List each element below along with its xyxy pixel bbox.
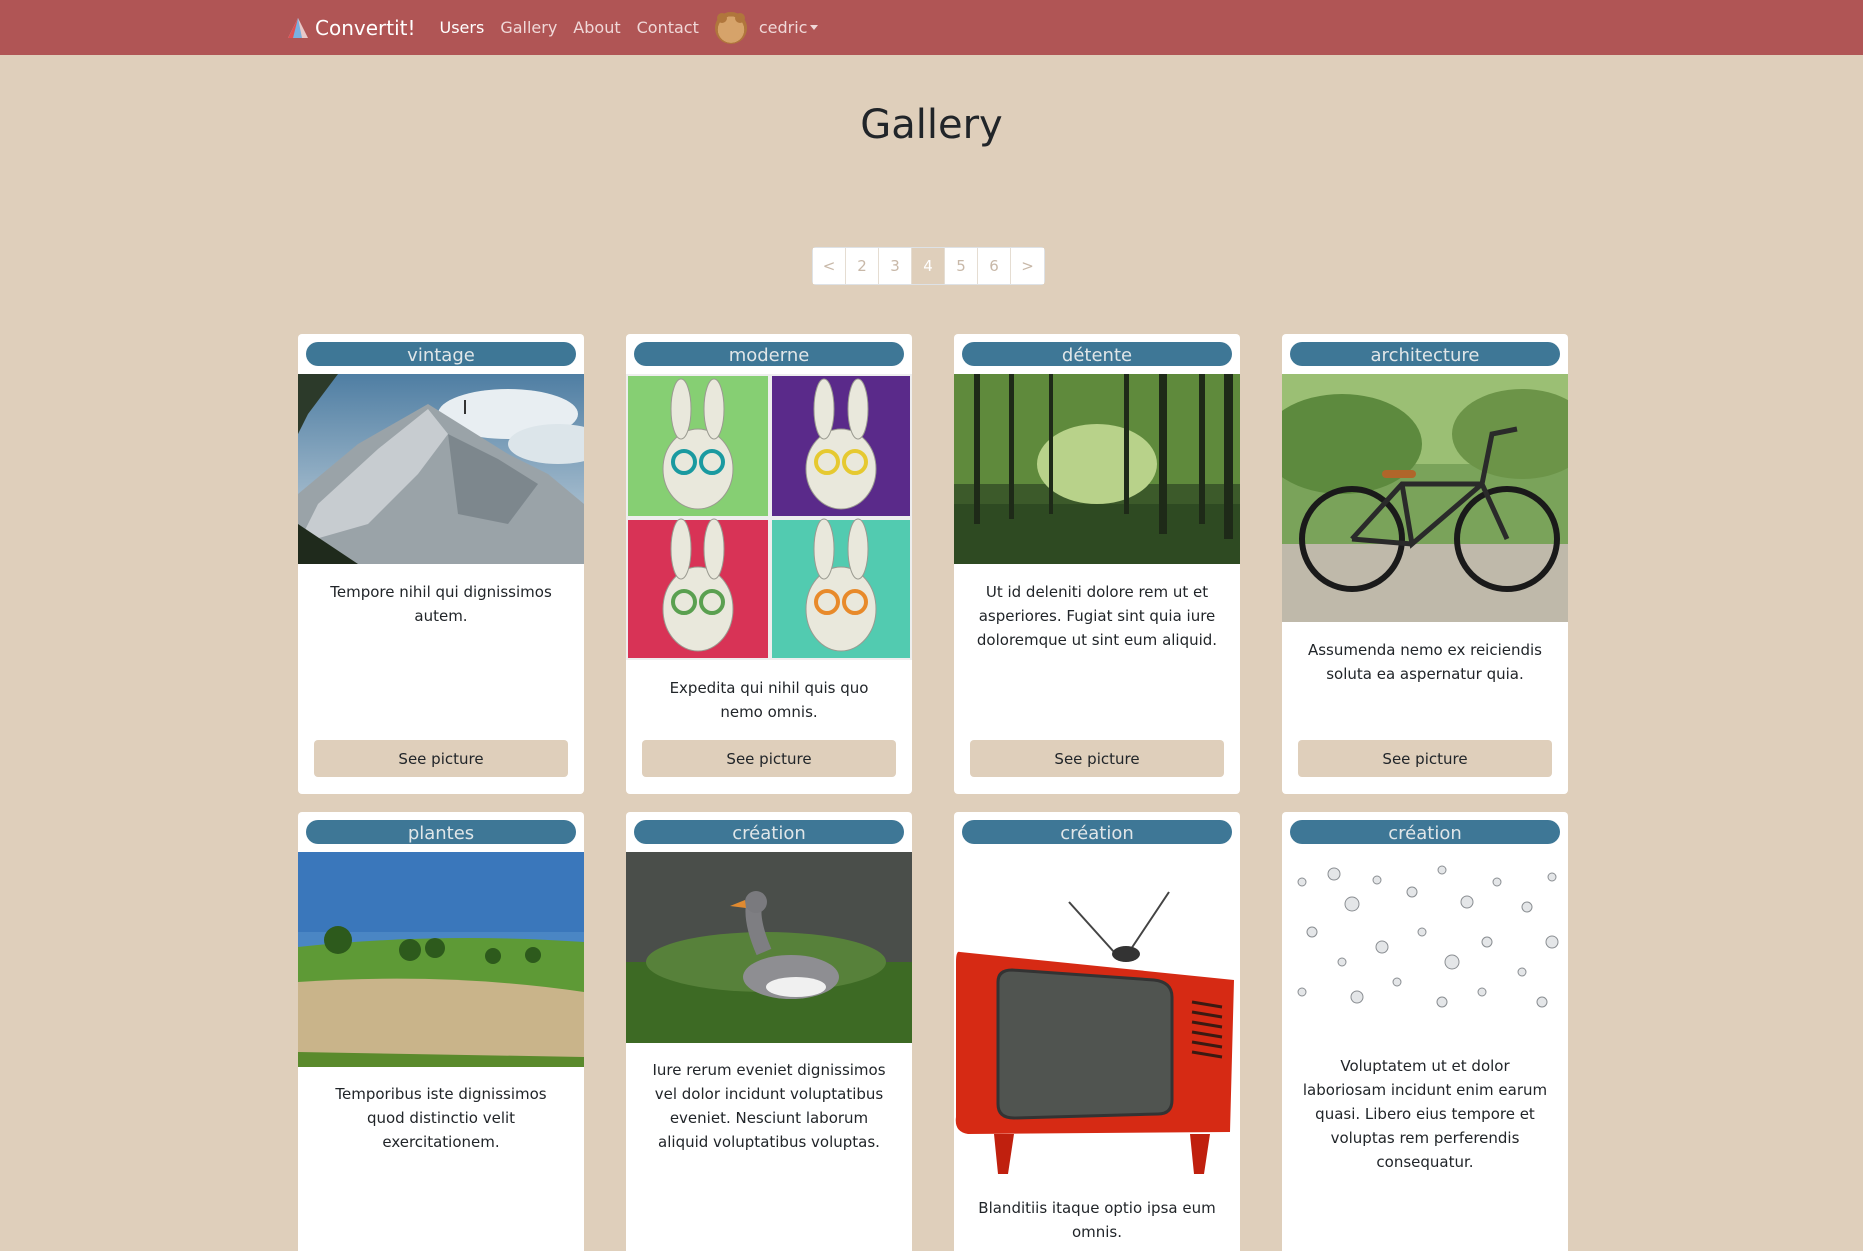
nav-link-about[interactable]: About (573, 18, 620, 37)
card-description: Temporibus iste dignissimos quod distinc… (335, 1085, 547, 1151)
logo-icon (288, 17, 308, 38)
card-description: Assumenda nemo ex reiciendis soluta ea a… (1307, 641, 1543, 683)
nav-link-contact[interactable]: Contact (637, 18, 699, 37)
pagination-page-6[interactable]: 6 (978, 248, 1011, 284)
nav-link-users[interactable]: Users (440, 18, 485, 37)
pagination-page-4[interactable]: 4 (912, 248, 945, 284)
caret-down-icon (810, 25, 819, 30)
bicycle-icon (1282, 374, 1568, 622)
category-badge: création (634, 820, 904, 844)
mountain-icon (298, 374, 584, 564)
card-description: Blanditiis itaque optio ipsa eum omnis. (978, 1199, 1216, 1241)
pagination-page-2[interactable]: 2 (846, 248, 879, 284)
pagination-next[interactable]: > (1011, 248, 1044, 284)
gallery-card: création Voluptatem ut et dolor laborios… (1282, 812, 1568, 1251)
gallery-card: plantes Temporibus iste dignissimos quod… (298, 812, 584, 1251)
pagination: < 2 3 4 5 6 > (812, 247, 1045, 285)
category-badge: architecture (1290, 342, 1560, 366)
category-badge: création (962, 820, 1232, 844)
category-badge: vintage (306, 342, 576, 366)
field-icon (298, 852, 584, 1067)
goose-icon (626, 852, 912, 1043)
forest-icon (954, 374, 1240, 564)
avatar[interactable] (714, 11, 747, 44)
see-picture-button[interactable]: See picture (1298, 740, 1552, 777)
category-badge: plantes (306, 820, 576, 844)
tv-icon (954, 852, 1240, 1192)
pagination-prev[interactable]: < (813, 248, 846, 284)
gallery-card: détente Ut id deleniti dolore rem ut et … (954, 334, 1240, 794)
card-description: Ut id deleniti dolore rem ut et asperior… (976, 583, 1218, 649)
gallery-card: création Blanditiis itaque optio ipsa eu… (954, 812, 1240, 1251)
card-description: Tempore nihil qui dignissimos autem. (330, 583, 552, 625)
gallery-card: architecture Assumenda nemo ex reiciendi… (1282, 334, 1568, 794)
card-description: Iure rerum eveniet dignissimos vel dolor… (652, 1061, 886, 1151)
brand-link[interactable]: Convertit! (287, 16, 416, 40)
brand-name: Convertit! (315, 15, 416, 40)
see-picture-button[interactable]: See picture (314, 740, 568, 777)
category-badge: création (1290, 820, 1560, 844)
user-name: cedric (758, 18, 808, 37)
page-title: Gallery (860, 102, 1003, 148)
rabbit-art-icon (626, 374, 912, 660)
card-description: Expedita qui nihil quis quo nemo omnis. (669, 679, 869, 721)
see-picture-button[interactable]: See picture (642, 740, 896, 777)
pagination-page-3[interactable]: 3 (879, 248, 912, 284)
gallery-card: création Iure rerum eveniet dignissimos … (626, 812, 912, 1251)
nav-link-gallery[interactable]: Gallery (500, 18, 557, 37)
navbar: Convertit! Users Gallery About Contact c… (0, 0, 1863, 55)
pagination-page-5[interactable]: 5 (945, 248, 978, 284)
user-menu-dropdown[interactable]: cedric (759, 18, 819, 37)
gallery-card: moderne Expedita qui nihil quis quo nemo… (626, 334, 912, 794)
see-picture-button[interactable]: See picture (970, 740, 1224, 777)
category-badge: moderne (634, 342, 904, 366)
card-description: Voluptatem ut et dolor laboriosam incidu… (1302, 1057, 1548, 1171)
category-badge: détente (962, 342, 1232, 366)
water-drops-icon (1282, 852, 1568, 1038)
gallery-card: vintage Tempore nihil qui dignissimos au… (298, 334, 584, 794)
